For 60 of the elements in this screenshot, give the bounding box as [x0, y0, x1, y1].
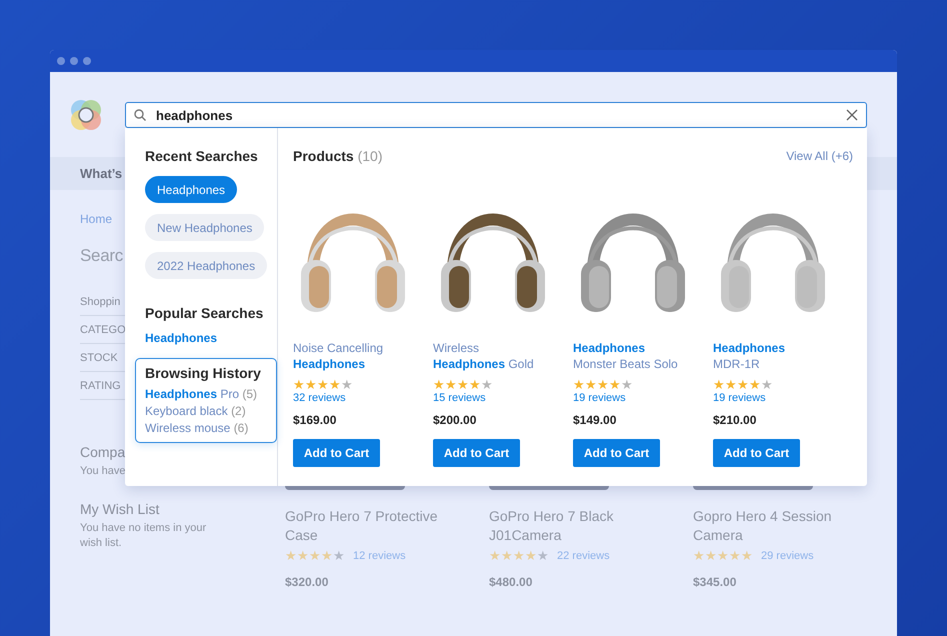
- section-title: My Wish List: [80, 501, 160, 517]
- section-heading: Browsing History: [145, 365, 262, 381]
- filter-label[interactable]: RATING: [80, 380, 121, 392]
- add-to-cart-button[interactable]: Add to Cart: [713, 439, 800, 467]
- star-rating: ★★★★★: [489, 549, 549, 563]
- star-rating: ★★★★★: [285, 549, 345, 563]
- product-price: $210.00: [713, 413, 758, 427]
- recent-search-chip[interactable]: Headphones: [145, 176, 238, 203]
- product-name[interactable]: GoPro Hero 7 Protective Case: [285, 507, 489, 545]
- product-price: $169.00: [293, 413, 338, 427]
- product-price: $480.00: [489, 575, 534, 589]
- history-link[interactable]: Headphones Pro (5): [145, 387, 267, 401]
- add-to-cart-button[interactable]: Add to Cart: [293, 439, 380, 467]
- product-name[interactable]: GoPro Hero 7 Black J01Camera: [489, 507, 693, 545]
- page-title: Searc: [80, 246, 123, 266]
- section-title: Compa: [80, 444, 126, 460]
- star-rating: ★★★★★: [573, 378, 634, 392]
- view-all-link[interactable]: View All (+6): [786, 149, 853, 163]
- product-name[interactable]: Gopro Hero 4 Session Camera: [693, 507, 897, 545]
- filter-label[interactable]: STOCK: [80, 352, 118, 364]
- section-heading: Recent Searches: [145, 148, 259, 164]
- product-name[interactable]: Headphones MDR-1R: [713, 340, 853, 372]
- window-dot-icon: [70, 57, 78, 65]
- filter-label[interactable]: CATEGO: [80, 324, 126, 336]
- search-bar[interactable]: headphones: [125, 102, 867, 128]
- add-to-cart-button[interactable]: Add to Cart: [433, 439, 520, 467]
- product-name[interactable]: Wireless Headphones Gold: [433, 340, 573, 372]
- section-text: You have: [80, 464, 126, 479]
- star-rating: ★★★★★: [433, 378, 494, 392]
- close-icon[interactable]: [846, 109, 858, 121]
- reviews-link[interactable]: 32 reviews: [293, 392, 433, 404]
- product-price: $200.00: [433, 413, 478, 427]
- add-to-cart-button[interactable]: Add to Cart: [573, 439, 660, 467]
- section-heading: Popular Searches: [145, 305, 264, 321]
- window-dot-icon: [83, 57, 91, 65]
- logo-icon: [68, 97, 104, 133]
- product-name[interactable]: Headphones Monster Beats Solo: [573, 340, 713, 372]
- reviews-link[interactable]: 19 reviews: [573, 392, 713, 404]
- filter-label[interactable]: Shoppin: [80, 296, 120, 308]
- search-input[interactable]: headphones: [156, 108, 836, 122]
- breadcrumb-link[interactable]: Home: [80, 212, 112, 226]
- section-heading: Products (10): [293, 148, 382, 164]
- history-link[interactable]: Wireless mouse (6): [145, 421, 267, 435]
- reviews-link[interactable]: 15 reviews: [433, 392, 573, 404]
- product-price: $345.00: [693, 575, 738, 589]
- product-price: $149.00: [573, 413, 618, 427]
- star-rating: ★★★★★: [693, 549, 753, 563]
- search-icon: [134, 109, 146, 121]
- section-text: You have no items in your wish list.: [80, 521, 208, 551]
- star-rating: ★★★★★: [293, 378, 354, 392]
- product-name[interactable]: Noise Cancelling Headphones: [293, 340, 433, 372]
- star-rating: ★★★★★: [713, 378, 774, 392]
- recent-search-chip[interactable]: New Headphones: [145, 214, 264, 241]
- recent-search-chip[interactable]: 2022 Headphones: [145, 252, 268, 279]
- history-link[interactable]: Keyboard black (2): [145, 404, 267, 418]
- reviews-link[interactable]: 19 reviews: [713, 392, 853, 404]
- product-price: $320.00: [285, 575, 330, 589]
- popular-search-link[interactable]: Headphones: [145, 331, 277, 345]
- window-dot-icon: [57, 57, 65, 65]
- nav-link[interactable]: What’s: [80, 166, 122, 181]
